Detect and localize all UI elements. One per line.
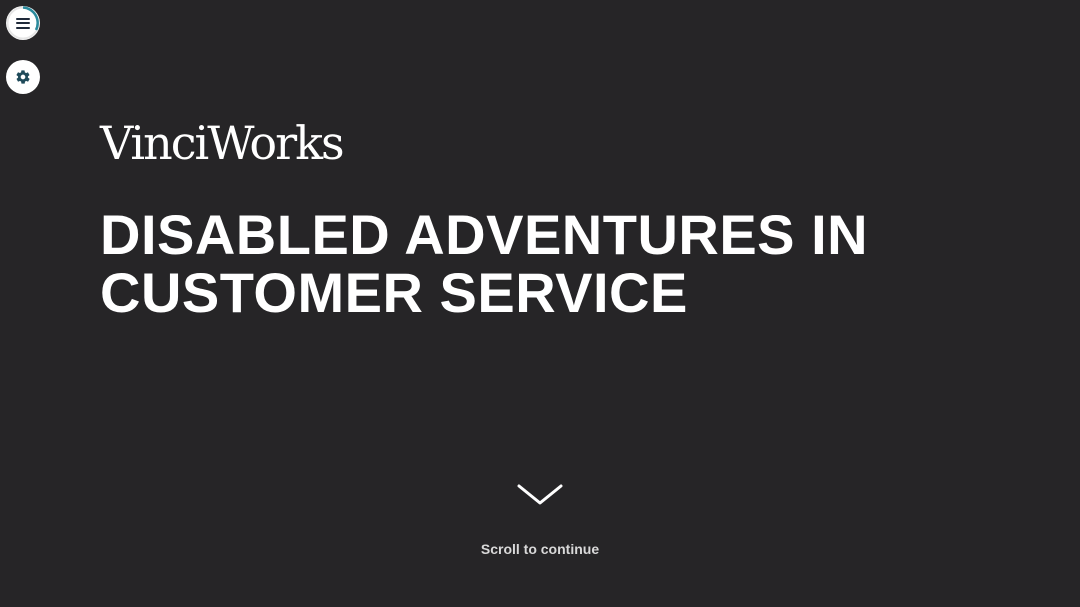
scroll-to-continue-label: Scroll to continue xyxy=(480,541,600,557)
hamburger-icon xyxy=(16,17,30,29)
gear-icon xyxy=(16,70,30,84)
menu-button[interactable] xyxy=(6,6,40,40)
title-line-1: DISABLED ADVENTURES IN xyxy=(100,203,869,266)
settings-button[interactable] xyxy=(6,60,40,94)
chevron-down-icon[interactable] xyxy=(516,482,564,508)
course-cover-page: VinciWorks DISABLED ADVENTURES IN CUSTOM… xyxy=(0,0,1080,607)
vinciworks-logo: VinciWorks xyxy=(100,116,345,170)
page-title: DISABLED ADVENTURES IN CUSTOMER SERVICE xyxy=(100,206,1000,322)
title-line-2: CUSTOMER SERVICE xyxy=(100,261,688,324)
